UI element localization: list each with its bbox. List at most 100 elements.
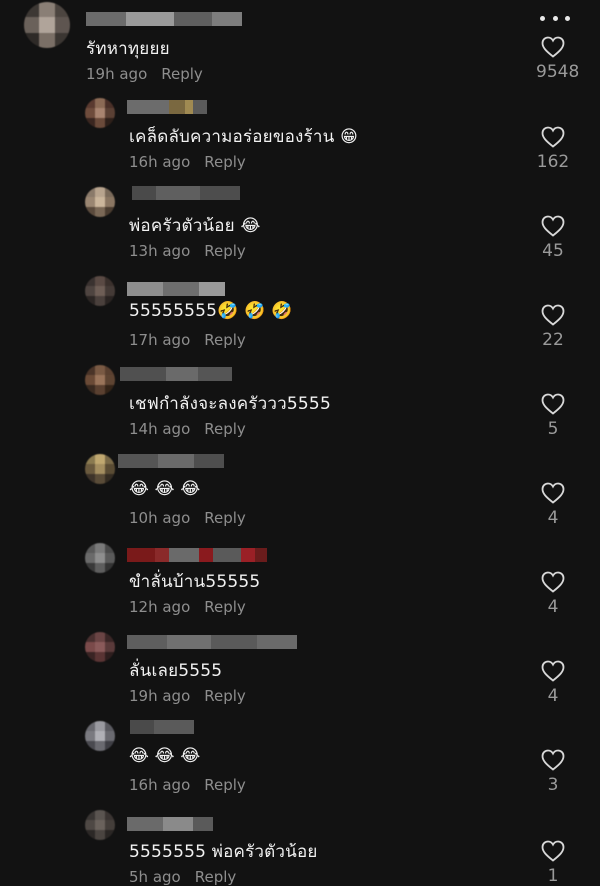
reply-button[interactable]: Reply	[204, 153, 246, 171]
comment-text: เคล็ดลับความอร่อยของร้าน 😁	[129, 127, 358, 147]
comment-text: 😂 😂 😂	[129, 479, 201, 499]
timestamp: 16h ago	[129, 776, 191, 794]
like-count: 45	[542, 241, 564, 261]
username-blurred[interactable]	[127, 635, 297, 649]
username-blurred[interactable]	[127, 100, 207, 114]
like-button[interactable]: 3	[536, 749, 570, 795]
like-button[interactable]: 9548	[536, 36, 580, 82]
avatar[interactable]	[85, 276, 115, 306]
like-button[interactable]: 162	[536, 126, 570, 172]
username-blurred[interactable]	[118, 454, 224, 468]
comment-text: 😂 😂 😂	[129, 746, 201, 766]
like-count: 4	[547, 597, 559, 617]
reply-comment: ขำลั่นบ้าน55555 12h ago Reply 4	[0, 540, 600, 629]
comment-text: 5555555 พ่อครัวตัวน้อย	[129, 842, 318, 862]
timestamp: 19h ago	[86, 65, 148, 83]
heart-icon	[541, 749, 565, 771]
top-comment: รัทหาทุยยย 19h ago Reply 9548	[0, 0, 600, 95]
like-button[interactable]: 4	[536, 482, 570, 528]
like-count: 162	[536, 152, 570, 172]
reply-button[interactable]: Reply	[204, 420, 246, 438]
heart-icon	[541, 840, 565, 862]
reply-button[interactable]: Reply	[161, 65, 203, 83]
heart-icon	[541, 393, 565, 415]
reply-button[interactable]: Reply	[204, 598, 246, 616]
timestamp: 17h ago	[129, 331, 191, 349]
comment-meta: 12h ago Reply	[129, 598, 246, 616]
like-count: 1	[547, 866, 559, 886]
reply-comment: เชฟกำลังจะลงครัววว5555 14h ago Reply 5	[0, 362, 600, 451]
comment-meta: 19h ago Reply	[86, 65, 203, 83]
username-blurred[interactable]	[86, 12, 242, 26]
comment-meta: 16h ago Reply	[129, 776, 246, 794]
comment-meta: 10h ago Reply	[129, 509, 246, 527]
heart-icon	[541, 215, 565, 237]
like-button[interactable]: 22	[536, 304, 570, 350]
reply-button[interactable]: Reply	[204, 776, 246, 794]
avatar[interactable]	[85, 187, 115, 217]
avatar[interactable]	[85, 810, 115, 840]
like-button[interactable]: 1	[536, 840, 570, 886]
reply-comment: พ่อครัวตัวน้อย 😂 13h ago Reply 45	[0, 184, 600, 273]
reply-button[interactable]: Reply	[204, 687, 246, 705]
comment-text: พ่อครัวตัวน้อย 😂	[129, 216, 261, 236]
heart-icon	[541, 660, 565, 682]
heart-icon	[541, 126, 565, 148]
avatar[interactable]	[85, 454, 115, 484]
comment-meta: 19h ago Reply	[129, 687, 246, 705]
heart-icon	[541, 571, 565, 593]
comment-text: ขำลั่นบ้าน55555	[129, 572, 261, 592]
comment-meta: 17h ago Reply	[129, 331, 246, 349]
like-count: 3	[547, 775, 559, 795]
comment-meta: 16h ago Reply	[129, 153, 246, 171]
like-count: 9548	[536, 62, 580, 82]
username-blurred[interactable]	[127, 817, 213, 831]
timestamp: 5h ago	[129, 868, 181, 886]
avatar[interactable]	[85, 721, 115, 751]
heart-icon	[541, 482, 565, 504]
reply-button[interactable]: Reply	[204, 509, 246, 527]
reply-button[interactable]: Reply	[204, 242, 246, 260]
heart-icon	[541, 36, 565, 58]
like-count: 4	[547, 508, 559, 528]
reply-comment: ลั่นเลย5555 19h ago Reply 4	[0, 629, 600, 718]
username-blurred[interactable]	[127, 548, 267, 562]
timestamp: 10h ago	[129, 509, 191, 527]
avatar[interactable]	[85, 365, 115, 395]
avatar[interactable]	[85, 98, 115, 128]
timestamp: 12h ago	[129, 598, 191, 616]
timestamp: 13h ago	[129, 242, 191, 260]
comment-meta: 13h ago Reply	[129, 242, 246, 260]
timestamp: 16h ago	[129, 153, 191, 171]
reply-button[interactable]: Reply	[195, 868, 237, 886]
username-blurred[interactable]	[120, 367, 232, 381]
comment-meta: 5h ago Reply	[129, 868, 236, 886]
like-button[interactable]: 45	[536, 215, 570, 261]
reply-comment: 55555555🤣 🤣 🤣 17h ago Reply 22	[0, 273, 600, 362]
comment-meta: 14h ago Reply	[129, 420, 246, 438]
reply-comment: 😂 😂 😂 16h ago Reply 3	[0, 718, 600, 807]
like-button[interactable]: 4	[536, 571, 570, 617]
reply-comment: 😂 😂 😂 10h ago Reply 4	[0, 451, 600, 540]
like-count: 5	[547, 419, 559, 439]
reply-button[interactable]: Reply	[204, 331, 246, 349]
like-count: 4	[547, 686, 559, 706]
username-blurred[interactable]	[132, 186, 240, 200]
comment-text: ลั่นเลย5555	[129, 661, 223, 681]
reply-comment: 5555555 พ่อครัวตัวน้อย 5h ago Reply 1	[0, 807, 600, 886]
heart-icon	[541, 304, 565, 326]
avatar[interactable]	[24, 2, 70, 48]
timestamp: 14h ago	[129, 420, 191, 438]
avatar[interactable]	[85, 543, 115, 573]
like-button[interactable]: 4	[536, 660, 570, 706]
avatar[interactable]	[85, 632, 115, 662]
like-count: 22	[542, 330, 564, 350]
username-blurred[interactable]	[130, 720, 194, 734]
like-button[interactable]: 5	[536, 393, 570, 439]
comment-text: รัทหาทุยยย	[86, 39, 170, 59]
comment-text: 55555555🤣 🤣 🤣	[129, 301, 293, 321]
comment-text: เชฟกำลังจะลงครัววว5555	[129, 394, 331, 414]
timestamp: 19h ago	[129, 687, 191, 705]
username-blurred[interactable]	[127, 282, 225, 296]
reply-comment: เคล็ดลับความอร่อยของร้าน 😁 16h ago Reply …	[0, 95, 600, 184]
